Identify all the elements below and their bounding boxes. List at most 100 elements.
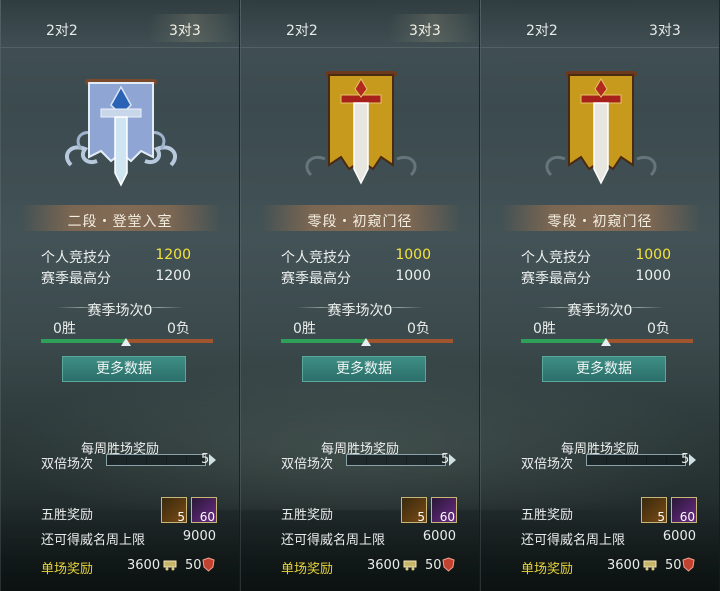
- rank-emblem-icon: [545, 71, 657, 185]
- season-best-label: 赛季最高分: [41, 271, 111, 287]
- mode-tabs: [481, 0, 719, 48]
- rank-emblem-icon: [305, 71, 417, 185]
- win-bar-fill: [41, 339, 127, 343]
- single-match-reward-label: 单场奖励: [521, 562, 574, 577]
- season-best-label: 赛季最高分: [521, 271, 591, 287]
- personal-score-label: 个人竞技分: [521, 250, 591, 266]
- tab-2v2[interactable]: 2对2: [286, 20, 318, 40]
- losses-count: 0负: [647, 321, 670, 337]
- rank-title: 零段・初窥门径: [307, 214, 413, 230]
- weekly-cap-value: 6000: [662, 529, 696, 544]
- weekly-cap-value: 6000: [422, 529, 456, 544]
- double-matches-label: 双倍场次: [41, 457, 94, 472]
- rank-title: 二段・登堂入室: [67, 214, 173, 230]
- crystal-icon[interactable]: 60: [671, 497, 697, 524]
- bar-segment: [146, 455, 147, 465]
- single-reward-a: 3600: [127, 558, 161, 573]
- panel: 2对2 3对3 零段・初窥门径 个人竞技分 1000 赛季最高分 1000 赛季…: [240, 0, 480, 591]
- win-loss-bar: [281, 338, 453, 346]
- panel: 2对2 3对3 零段・初窥门径 个人竞技分 1000 赛季最高分 1000 赛季…: [480, 0, 720, 591]
- single-reward-a: 3600: [607, 558, 641, 573]
- tab-2v2[interactable]: 2对2: [526, 20, 558, 40]
- bar-segment: [386, 455, 387, 465]
- rank-emblem-icon: [65, 79, 177, 187]
- five-win-reward-label: 五胜奖励: [281, 508, 334, 523]
- bar-marker-icon: [121, 338, 131, 346]
- more-data-button[interactable]: 更多数据: [302, 356, 426, 382]
- win-bar-fill: [521, 339, 607, 343]
- single-match-reward-label: 单场奖励: [41, 562, 94, 577]
- personal-score-value: 1200: [155, 247, 191, 263]
- season-matches: 赛季场次0: [567, 303, 633, 319]
- losses-count: 0负: [407, 321, 430, 337]
- double-matches-bar: [586, 454, 686, 466]
- item-count: 60: [199, 510, 215, 524]
- losses-count: 0负: [167, 321, 190, 337]
- tab-3v3[interactable]: 3对3: [409, 20, 441, 40]
- season-best-label: 赛季最高分: [281, 271, 351, 287]
- season-best-value: 1000: [635, 268, 671, 284]
- wins-count: 0胜: [293, 321, 316, 337]
- cart-icon: [163, 560, 177, 571]
- double-matches-bar: [106, 454, 206, 466]
- rank-title: 零段・初窥门径: [547, 214, 653, 230]
- cart-icon: [643, 560, 657, 571]
- double-matches-label: 双倍场次: [521, 457, 574, 472]
- season-best-value: 1000: [395, 268, 431, 284]
- single-match-reward-label: 单场奖励: [281, 562, 334, 577]
- weekly-cap-label: 还可得威名周上限: [521, 533, 626, 548]
- treasure-chest-icon[interactable]: 5: [641, 497, 667, 524]
- weekly-cap-label: 还可得威名周上限: [281, 533, 386, 548]
- bar-segment: [646, 455, 647, 465]
- personal-score-value: 1000: [395, 247, 431, 263]
- shield-icon: [682, 557, 695, 572]
- win-loss-bar: [521, 338, 693, 346]
- tab-3v3[interactable]: 3对3: [649, 20, 681, 40]
- bar-marker-icon: [601, 338, 611, 346]
- season-matches: 赛季场次0: [87, 303, 153, 319]
- crystal-icon[interactable]: 60: [431, 497, 457, 524]
- item-count: 60: [439, 510, 455, 524]
- loss-bar-fill: [367, 339, 453, 343]
- personal-score-label: 个人竞技分: [41, 250, 111, 266]
- double-arrow-icon: [449, 454, 456, 466]
- more-data-button[interactable]: 更多数据: [542, 356, 666, 382]
- season-matches: 赛季场次0: [327, 303, 393, 319]
- double-matches-bar: [346, 454, 446, 466]
- bar-segment: [366, 455, 367, 465]
- personal-score-value: 1000: [635, 247, 671, 263]
- bar-segment: [666, 455, 667, 465]
- double-arrow-icon: [689, 454, 696, 466]
- bar-segment: [166, 455, 167, 465]
- bar-marker-icon: [361, 338, 371, 346]
- wins-count: 0胜: [53, 321, 76, 337]
- item-count: 5: [657, 510, 665, 524]
- weekly-cap-label: 还可得威名周上限: [41, 533, 146, 548]
- item-count: 5: [177, 510, 185, 524]
- treasure-chest-icon[interactable]: 5: [161, 497, 187, 524]
- bar-segment: [626, 455, 627, 465]
- tab-2v2[interactable]: 2对2: [46, 20, 78, 40]
- weekly-cap-value: 9000: [182, 529, 216, 544]
- item-count: 5: [417, 510, 425, 524]
- panels: 2对2 3对3 二段・登堂入室 个人竞技分 1200 赛季最高分 1200 赛季…: [0, 0, 720, 591]
- single-reward-a: 3600: [367, 558, 401, 573]
- more-data-button[interactable]: 更多数据: [62, 356, 186, 382]
- shield-icon: [202, 557, 215, 572]
- five-win-reward-label: 五胜奖励: [521, 508, 574, 523]
- single-reward-b: 50: [185, 558, 202, 573]
- crystal-icon[interactable]: 60: [191, 497, 217, 524]
- win-bar-fill: [281, 339, 367, 343]
- personal-score-label: 个人竞技分: [281, 250, 351, 266]
- panel: 2对2 3对3 二段・登堂入室 个人竞技分 1200 赛季最高分 1200 赛季…: [0, 0, 240, 591]
- season-best-value: 1200: [155, 268, 191, 284]
- double-arrow-icon: [209, 454, 216, 466]
- bar-segment: [186, 455, 187, 465]
- item-count: 60: [679, 510, 695, 524]
- single-reward-b: 50: [665, 558, 682, 573]
- shield-icon: [442, 557, 455, 572]
- cart-icon: [403, 560, 417, 571]
- treasure-chest-icon[interactable]: 5: [401, 497, 427, 524]
- single-reward-b: 50: [425, 558, 442, 573]
- tab-3v3[interactable]: 3对3: [169, 20, 201, 40]
